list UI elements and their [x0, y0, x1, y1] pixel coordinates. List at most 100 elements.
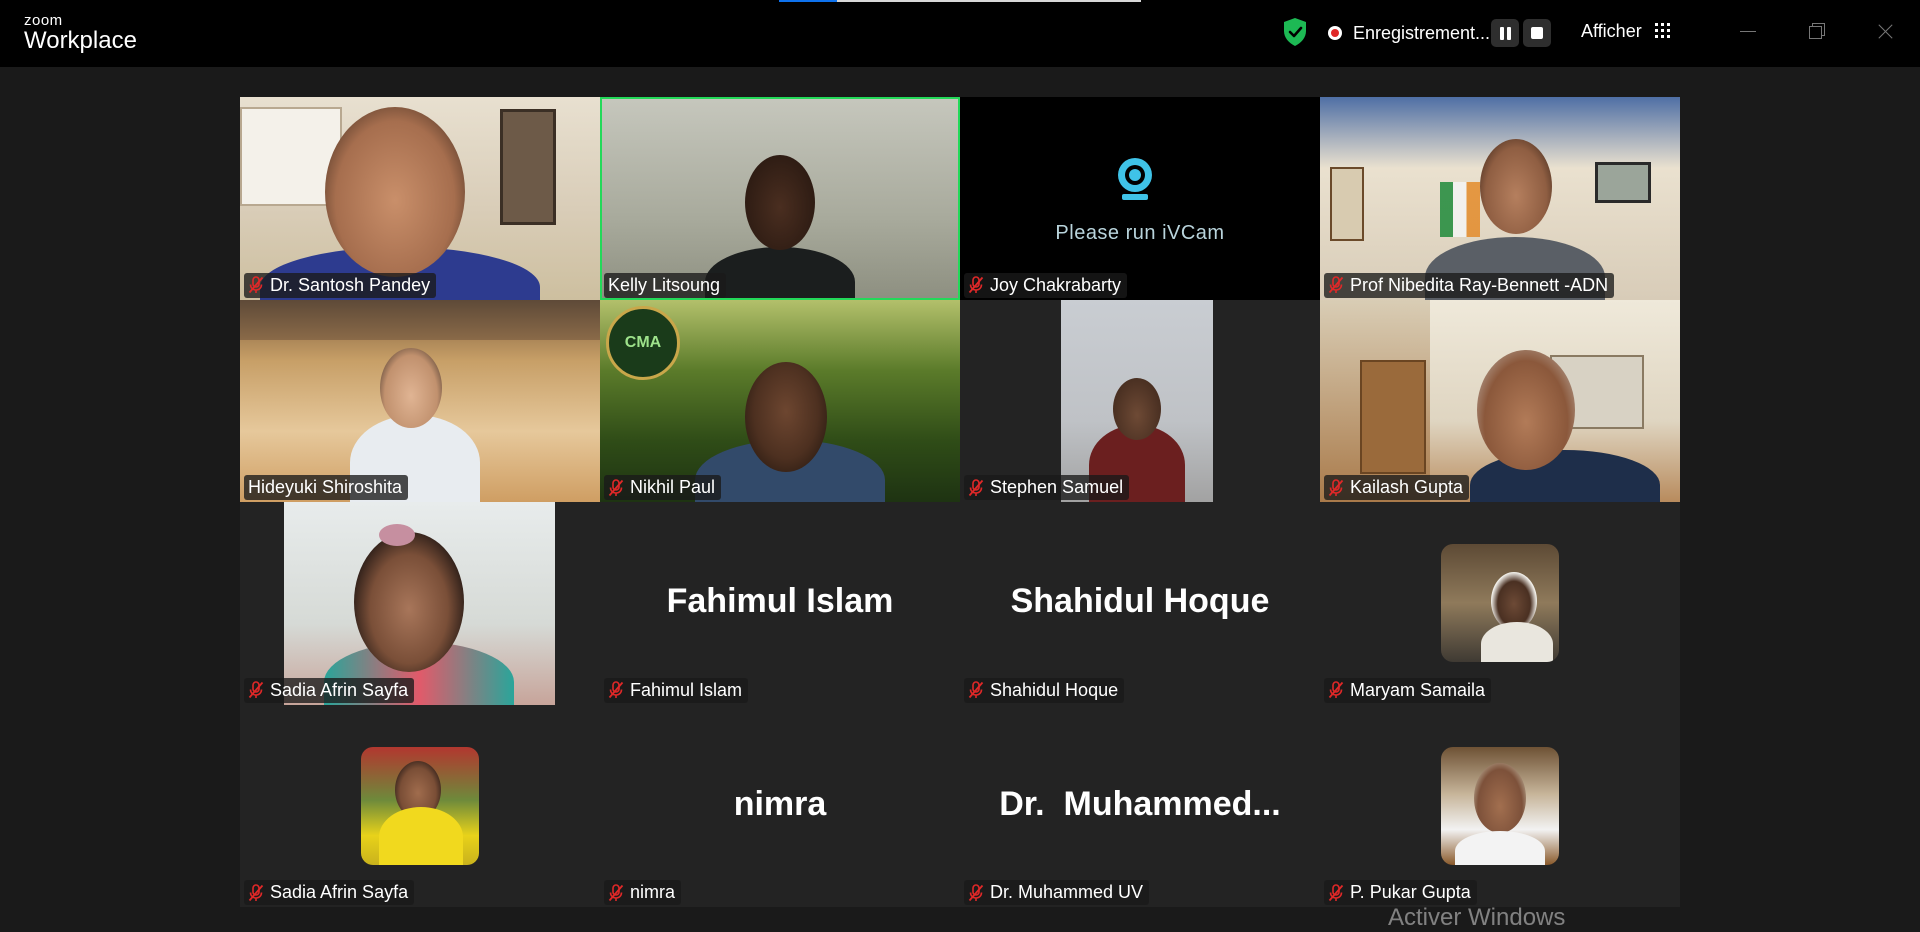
participant-name-label: Dr. Santosh Pandey	[244, 272, 437, 298]
participant-head	[1480, 139, 1552, 234]
participant-display-name: Fahimul Islam	[666, 582, 894, 620]
participant-name: Nikhil Paul	[630, 477, 716, 497]
participant-body	[1481, 622, 1553, 662]
door	[1360, 359, 1426, 474]
participant-tile[interactable]: Maryam Samaila	[1320, 502, 1680, 705]
grid-view-icon[interactable]	[1655, 23, 1670, 38]
participant-gallery: Dr. Santosh Pandey Kelly Litsoung Please…	[240, 97, 1680, 907]
close-window-button[interactable]	[1870, 16, 1900, 46]
muted-mic-icon	[968, 883, 984, 902]
recording-label: Enregistrement...	[1353, 23, 1491, 43]
participant-tile[interactable]: Please run iVCam Joy Chakrabarty	[960, 97, 1320, 300]
muted-mic-icon	[1328, 276, 1344, 294]
stop-recording-button[interactable]	[1523, 19, 1551, 47]
participant-name: Dr. Muhammed UV	[990, 882, 1144, 902]
muted-mic-icon	[968, 276, 984, 294]
participant-tile[interactable]: Stephen Samuel	[960, 299, 1320, 502]
participant-name: Maryam Samaila	[1350, 679, 1486, 700]
participant-name-label: Maryam Samaila	[1324, 677, 1492, 703]
participant-name: P. Pukar Gupta	[1350, 882, 1471, 902]
participant-name-label: Dr. Muhammed UV	[964, 880, 1150, 905]
pause-icon	[1500, 27, 1511, 40]
participant-tile[interactable]: Sadia Afrin Sayfa	[240, 704, 600, 907]
participant-tile[interactable]: Shahidul Hoque Shahidul Hoque	[960, 502, 1320, 705]
participant-head	[380, 347, 442, 428]
muted-mic-icon	[1328, 478, 1344, 497]
organization-logo: CMA	[606, 305, 680, 380]
recording-progress-strip	[779, 0, 1141, 2]
participant-name: Sadia Afrin Sayfa	[270, 882, 409, 902]
muted-mic-icon	[1328, 883, 1344, 902]
webcam-icon	[1118, 158, 1152, 200]
participant-name: Fahimul Islam	[630, 679, 743, 700]
participant-tile[interactable]: Kailash Gupta	[1320, 299, 1680, 502]
participant-tile[interactable]: CMA Nikhil Paul	[600, 299, 960, 502]
participant-tile[interactable]: Dr. Muhammed... Dr. Muhammed UV	[960, 704, 1320, 907]
participant-name: Shahidul Hoque	[990, 679, 1119, 700]
muted-mic-icon	[968, 478, 984, 497]
muted-mic-icon	[968, 681, 984, 699]
participant-avatar	[1441, 544, 1559, 662]
participant-display-name: Dr. Muhammed...	[999, 784, 1281, 823]
participant-name: Prof Nibedita Ray-Bennett -ADN	[1350, 274, 1609, 295]
stop-icon	[1531, 27, 1543, 39]
wall-frame	[1330, 167, 1364, 241]
participant-tile[interactable]: nimra nimra	[600, 704, 960, 907]
participant-body	[379, 806, 463, 865]
wall-frame	[500, 109, 556, 225]
logo-big-text: Workplace	[24, 27, 137, 54]
participant-name: Stephen Samuel	[990, 477, 1124, 497]
participant-name-label: Fahimul Islam	[604, 677, 749, 703]
participant-name: Hideyuki Shiroshita	[248, 477, 403, 497]
participant-head	[745, 361, 827, 472]
participant-name-label: Shahidul Hoque	[964, 677, 1125, 703]
participant-name: Sadia Afrin Sayfa	[270, 679, 409, 700]
participant-name-label: Stephen Samuel	[964, 475, 1130, 500]
participant-name-label: Kailash Gupta	[1324, 475, 1470, 500]
participant-body	[1455, 830, 1545, 865]
participant-name: nimra	[630, 882, 676, 902]
participant-tile[interactable]: Prof Nibedita Ray-Bennett -ADN	[1320, 97, 1680, 300]
flag-decoration	[1440, 182, 1480, 237]
participant-tile[interactable]: P. Pukar Gupta	[1320, 704, 1680, 907]
muted-mic-icon	[1328, 681, 1344, 699]
participant-tile[interactable]: Fahimul Islam Fahimul Islam	[600, 502, 960, 705]
participant-display-name: Shahidul Hoque	[1010, 582, 1270, 620]
participant-body	[705, 247, 855, 300]
restore-window-button[interactable]	[1802, 16, 1832, 46]
logo-small-text: zoom	[24, 12, 63, 29]
participant-name-label: Nikhil Paul	[604, 475, 722, 500]
muted-mic-icon	[608, 478, 624, 497]
participant-name-label: nimra	[604, 880, 682, 905]
participant-avatar	[361, 746, 479, 865]
muted-mic-icon	[608, 681, 624, 699]
participant-head	[354, 532, 464, 672]
view-button[interactable]: Afficher	[1581, 21, 1642, 42]
wall-frame	[1595, 162, 1651, 203]
participant-tile[interactable]: Dr. Santosh Pandey	[240, 97, 600, 300]
minimize-window-button[interactable]	[1733, 16, 1763, 46]
muted-mic-icon	[248, 681, 264, 699]
windows-activation-watermark: Activer Windows	[1388, 904, 1566, 931]
camera-message: Please run iVCam	[1055, 222, 1225, 244]
participant-video-frame	[284, 502, 555, 705]
security-shield-icon[interactable]	[1282, 17, 1308, 47]
participant-name-label: Sadia Afrin Sayfa	[244, 677, 415, 703]
meeting-top-bar: zoom Workplace Enregistrement... Affiche…	[0, 0, 1920, 67]
muted-mic-icon	[248, 276, 264, 294]
participant-tile[interactable]: Kelly Litsoung	[600, 97, 960, 300]
recording-indicator-icon	[1328, 26, 1342, 40]
participant-tile[interactable]: Sadia Afrin Sayfa	[240, 502, 600, 705]
participant-head	[1113, 377, 1161, 440]
participant-name: Kailash Gupta	[1350, 477, 1464, 497]
participant-avatar	[1441, 746, 1559, 865]
hall-ceiling	[240, 299, 600, 340]
pause-recording-button[interactable]	[1491, 19, 1519, 47]
participant-name: Dr. Santosh Pandey	[270, 274, 431, 295]
organization-logo-text: CMA	[624, 333, 662, 351]
participant-head	[325, 107, 465, 277]
participant-name: Kelly Litsoung	[608, 274, 721, 295]
participant-name-label: Hideyuki Shiroshita	[244, 475, 409, 500]
participant-name-label: Kelly Litsoung	[604, 272, 727, 298]
participant-tile[interactable]: Hideyuki Shiroshita	[240, 299, 600, 502]
